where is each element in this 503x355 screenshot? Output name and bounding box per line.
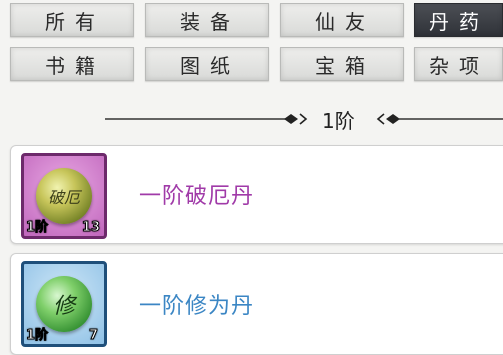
tab-label: 所有 <box>45 9 105 34</box>
tier-divider: 1阶 <box>0 104 503 134</box>
item-name: 一阶修为丹 <box>139 294 255 319</box>
item-icon-frame: 破厄 1阶 13 <box>21 153 107 239</box>
tab-label: 宝箱 <box>315 53 375 78</box>
tab-label: 装备 <box>180 9 240 34</box>
tab-label: 杂项 <box>429 53 489 78</box>
item-icon-frame: 修 1阶 7 <box>21 261 107 347</box>
count-badge: 13 <box>81 220 100 236</box>
count-badge: 7 <box>88 328 98 344</box>
tab-label: 丹药 <box>429 9 489 34</box>
tab-all[interactable]: 所有 <box>10 3 134 37</box>
tab-immortal-friends[interactable]: 仙友 <box>280 3 404 37</box>
tab-books[interactable]: 书籍 <box>10 47 134 81</box>
tier-badge: 1阶 <box>25 328 49 344</box>
tab-blueprints[interactable]: 图纸 <box>145 47 269 81</box>
divider-ornament <box>105 113 503 125</box>
tab-label: 仙友 <box>315 9 375 34</box>
category-tabs: 所有 装备 仙友 丹药 书籍 图纸 宝箱 杂项 <box>0 0 503 84</box>
tab-label: 书籍 <box>45 53 105 78</box>
item-row-cultivation-pill[interactable]: 修 1阶 7 一阶修为丹 <box>10 253 503 355</box>
tab-pills[interactable]: 丹药 <box>414 3 503 37</box>
tier-badge: 1阶 <box>25 220 49 236</box>
tab-label: 图纸 <box>180 53 240 78</box>
item-row-poe-pill[interactable]: 破厄 1阶 13 一阶破厄丹 <box>10 145 503 244</box>
item-name: 一阶破厄丹 <box>139 184 255 209</box>
tab-misc[interactable]: 杂项 <box>414 47 503 81</box>
tier-label: 1阶 <box>322 109 355 133</box>
tab-treasure-chests[interactable]: 宝箱 <box>280 47 404 81</box>
tab-equipment[interactable]: 装备 <box>145 3 269 37</box>
